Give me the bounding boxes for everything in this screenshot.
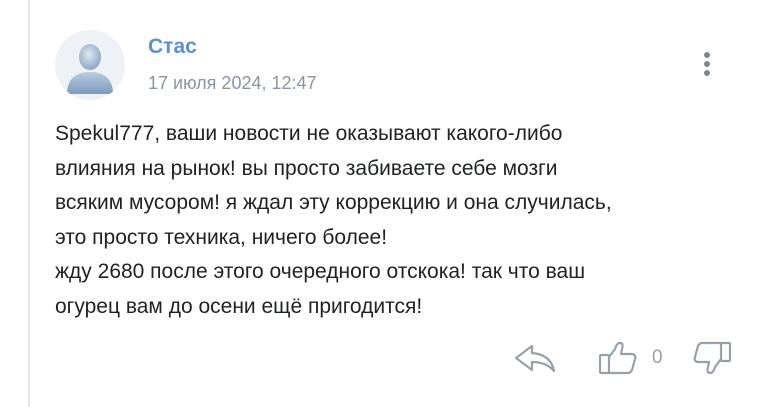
like-count: 0 <box>652 347 663 368</box>
like-button[interactable] <box>596 340 640 376</box>
thread-line <box>28 0 30 407</box>
more-vertical-icon <box>704 52 710 76</box>
comment-line: влияния на рынок! вы просто забиваете се… <box>55 156 558 180</box>
comment-line: огурец вам до осени ещё пригодится! <box>55 294 423 318</box>
comment-line: жду 2680 после этого очередного отскока!… <box>55 260 586 283</box>
comment-author[interactable]: Стас <box>148 35 197 59</box>
reply-button[interactable] <box>512 340 558 376</box>
comment-body: Spekul777, ваши новости не оказывают как… <box>55 117 745 324</box>
dislike-button[interactable] <box>690 340 734 376</box>
thumbs-up-icon <box>598 341 637 375</box>
more-options-button[interactable] <box>695 48 719 80</box>
thumbs-down-icon <box>693 341 732 375</box>
comment-timestamp: 17 июля 2024, 12:47 <box>148 73 317 93</box>
reply-arrow-icon <box>514 344 556 373</box>
user-silhouette-icon <box>55 30 125 100</box>
avatar[interactable] <box>55 30 125 100</box>
comment-line: это просто техника, ничего более! <box>55 225 388 249</box>
comment-line: всяким мусором! я ждал эту коррекцию и о… <box>55 191 612 214</box>
comment-line: Spekul777, ваши новости не оказывают как… <box>55 122 563 145</box>
